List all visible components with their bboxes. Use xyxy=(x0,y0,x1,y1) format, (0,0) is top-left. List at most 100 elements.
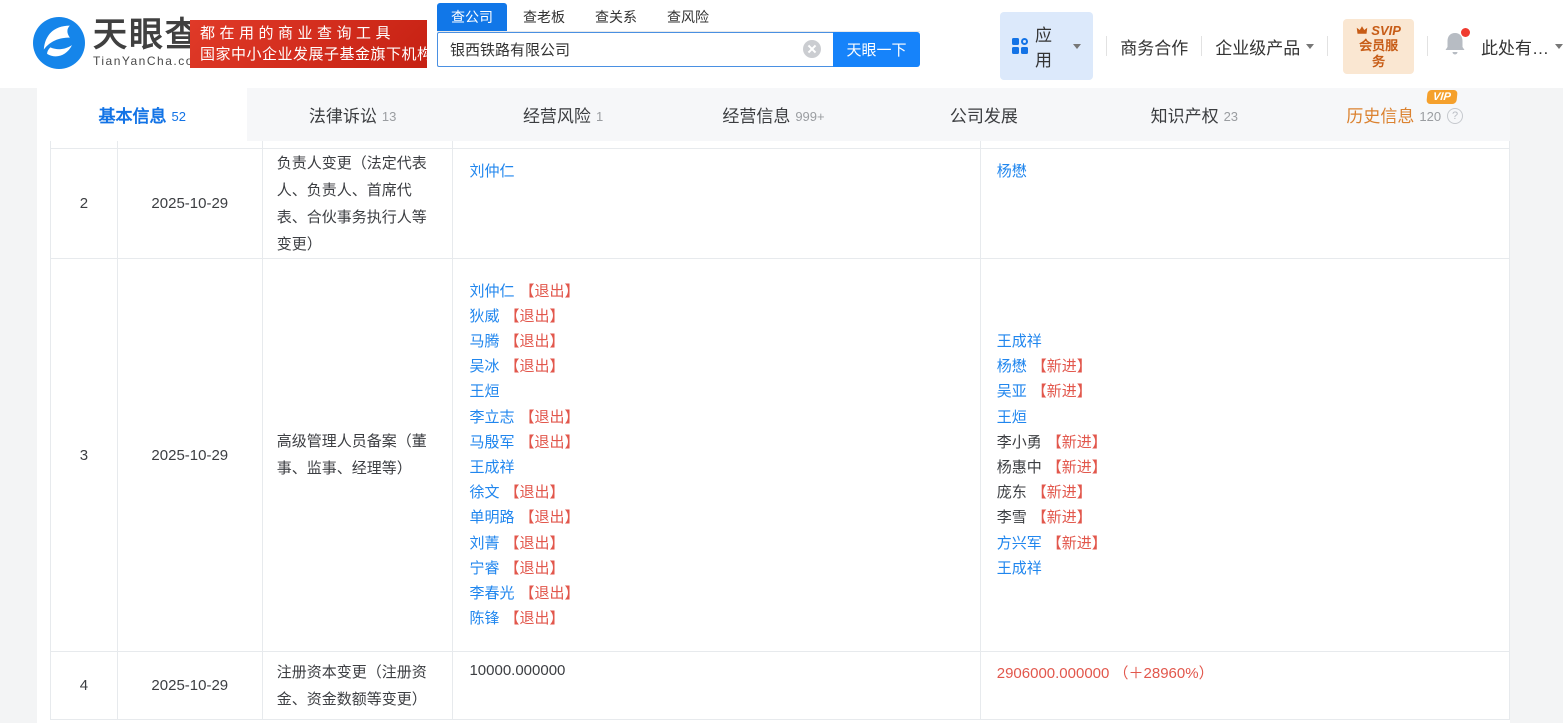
section-tab[interactable]: 公司发展 xyxy=(879,88,1089,141)
search-tab[interactable]: 查风险 xyxy=(667,3,709,31)
change-item: 高级管理人员备案（董事、监事、经理等） xyxy=(263,259,454,651)
row-index: 2 xyxy=(51,149,118,258)
search-tab[interactable]: 查关系 xyxy=(595,3,637,31)
before-change-cell: 刘仲仁 xyxy=(453,149,980,258)
change-date: 2025-10-29 xyxy=(118,149,263,258)
section-tab-count: 999+ xyxy=(795,109,824,124)
person-link[interactable]: 王烜 xyxy=(469,383,499,400)
help-icon[interactable]: ? xyxy=(1447,108,1463,124)
search-button[interactable]: 天眼一下 xyxy=(833,32,920,67)
after-change-cell: 2906000.000000 （＋28960%） xyxy=(981,652,1509,719)
brand-domain: TianYanCha.com xyxy=(93,54,205,68)
person-link[interactable]: 方兴军 xyxy=(997,535,1042,552)
vip-badge: VIP xyxy=(1426,90,1457,104)
search-tab[interactable]: 查老板 xyxy=(523,3,565,31)
nav-link-enterprise[interactable]: 企业级产品 xyxy=(1215,34,1314,59)
person-link[interactable]: 李立志 xyxy=(469,409,514,426)
section-tab-count: 23 xyxy=(1224,109,1238,124)
person-entry: 刘仲仁【退出】 xyxy=(469,279,963,304)
section-tab[interactable]: 法律诉讼 13 xyxy=(247,88,457,141)
change-tag: 【新进】 xyxy=(1047,459,1107,476)
person-link[interactable]: 刘菁 xyxy=(469,535,499,552)
after-change-cell: 杨懋 xyxy=(981,149,1509,258)
change-date: 2025-10-29 xyxy=(118,259,263,651)
change-record-table: 2 2025-10-29 负责人变更（法定代表人、负责人、首席代表、合伙事务执行… xyxy=(50,141,1510,720)
section-tab-count: 1 xyxy=(596,109,603,124)
person-link[interactable]: 李雪 xyxy=(997,509,1027,526)
change-tag: 【退出】 xyxy=(504,610,564,627)
person-entry: 徐文【退出】 xyxy=(469,480,963,505)
apps-label: 应用 xyxy=(1035,21,1067,71)
person-link[interactable]: 王成祥 xyxy=(997,560,1042,577)
divider xyxy=(1327,36,1328,56)
apps-grid-icon xyxy=(1012,38,1028,54)
person-link[interactable]: 李小勇 xyxy=(997,434,1042,451)
table-row: 4 2025-10-29 注册资本变更（注册资金、资金数额等变更） 10000.… xyxy=(51,652,1509,720)
section-tab-label: 法律诉讼 xyxy=(309,102,377,127)
svip-badge[interactable]: SVIP 会员服务 xyxy=(1343,19,1414,74)
person-link[interactable]: 狄威 xyxy=(469,308,499,325)
divider xyxy=(1201,36,1202,56)
section-tab[interactable]: VIP 历史信息 120 ? xyxy=(1300,88,1510,141)
person-entry: 杨惠中【新进】 xyxy=(997,455,1493,480)
person-link[interactable]: 庞东 xyxy=(997,484,1027,501)
nav-link-business[interactable]: 商务合作 xyxy=(1120,34,1188,59)
change-tag: 【退出】 xyxy=(504,333,564,350)
before-change-cell: 10000.000000 xyxy=(453,652,980,719)
change-tag: 【退出】 xyxy=(504,560,564,577)
person-link[interactable]: 杨惠中 xyxy=(997,459,1042,476)
section-tab[interactable]: 经营信息 999+ xyxy=(668,88,878,141)
change-tag: 【退出】 xyxy=(519,434,579,451)
person-link[interactable]: 陈锋 xyxy=(469,610,499,627)
apps-button[interactable]: 应用 xyxy=(1000,12,1093,80)
svip-sublabel: 会员服务 xyxy=(1353,38,1404,70)
person-link[interactable]: 马殷军 xyxy=(469,434,514,451)
section-tab-count: 120 xyxy=(1419,109,1441,124)
person-link[interactable]: 杨懋 xyxy=(997,358,1027,375)
section-tab[interactable]: 经营风险 1 xyxy=(458,88,668,141)
notification-bell-icon[interactable] xyxy=(1443,31,1467,62)
change-tag: 【新进】 xyxy=(1032,484,1092,501)
person-link[interactable]: 吴冰 xyxy=(469,358,499,375)
chevron-down-icon xyxy=(1073,44,1081,49)
section-tab-label: 历史信息 xyxy=(1346,102,1414,127)
change-tag: 【新进】 xyxy=(1032,358,1092,375)
clear-icon[interactable] xyxy=(803,40,821,58)
person-link[interactable]: 王成祥 xyxy=(997,333,1042,350)
search-tab[interactable]: 查公司 xyxy=(437,3,507,31)
person-link[interactable]: 宁睿 xyxy=(469,560,499,577)
person-link[interactable]: 徐文 xyxy=(469,484,499,501)
person-link[interactable]: 马腾 xyxy=(469,333,499,350)
change-tag: 【退出】 xyxy=(519,409,579,426)
person-link[interactable]: 李春光 xyxy=(469,585,514,602)
person-entry: 李小勇【新进】 xyxy=(997,430,1493,455)
change-tag: 【退出】 xyxy=(504,484,564,501)
section-tab[interactable]: 基本信息 52 xyxy=(37,88,247,141)
person-link[interactable]: 刘仲仁 xyxy=(469,283,514,300)
person-entry: 李立志【退出】 xyxy=(469,405,963,430)
logo-eye-icon xyxy=(33,17,85,69)
person-link[interactable]: 王烜 xyxy=(997,409,1027,426)
person-link[interactable]: 王成祥 xyxy=(469,459,514,476)
person-link[interactable]: 吴亚 xyxy=(997,383,1027,400)
search-input[interactable] xyxy=(437,32,833,67)
tianyancha-logo[interactable]: 天眼查 TianYanCha.com xyxy=(33,17,205,69)
enterprise-label: 企业级产品 xyxy=(1215,34,1300,59)
person-link[interactable]: 杨懋 xyxy=(997,163,1027,180)
person-entry: 杨懋 xyxy=(997,159,1493,184)
section-tab[interactable]: 知识产权 23 xyxy=(1089,88,1299,141)
change-tag: 【新进】 xyxy=(1032,383,1092,400)
section-tab-label: 公司发展 xyxy=(950,102,1018,127)
user-menu[interactable]: 此处有… xyxy=(1481,34,1563,59)
person-entry: 刘仲仁 xyxy=(469,159,963,184)
person-entry: 陈锋【退出】 xyxy=(469,606,963,631)
change-tag: 【退出】 xyxy=(504,535,564,552)
person-entry: 李雪【新进】 xyxy=(997,505,1493,530)
change-tag: 【退出】 xyxy=(519,509,579,526)
section-tab-count: 52 xyxy=(171,109,185,124)
person-link[interactable]: 单明路 xyxy=(469,509,514,526)
brand-name: 天眼查 xyxy=(93,18,205,52)
search-area: 查公司查老板 查关系 查风险 天眼一下 xyxy=(437,6,920,67)
section-tabbar: 基本信息 52 法律诉讼 13 经营风险 1 经营信息 999+ 公司发 xyxy=(0,88,1563,141)
person-link[interactable]: 刘仲仁 xyxy=(469,163,514,180)
